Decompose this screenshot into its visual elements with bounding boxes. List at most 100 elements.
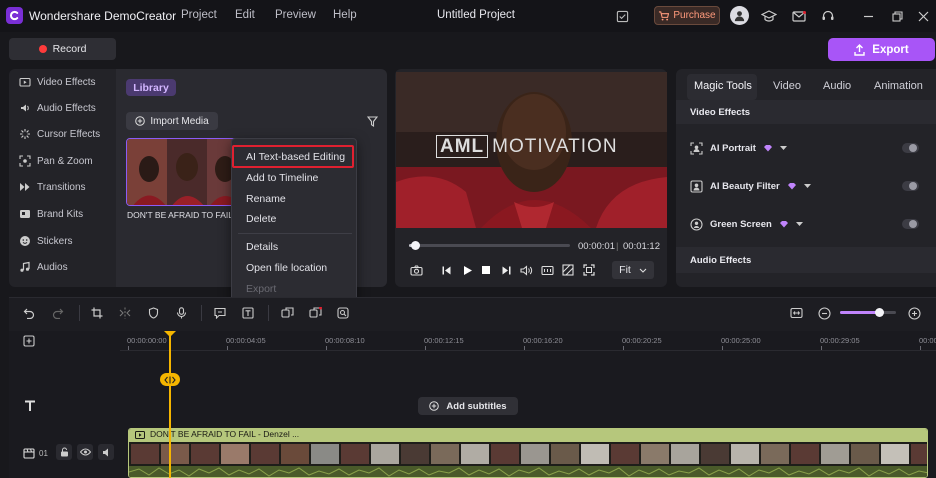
zoom-fit-select[interactable]: Fit bbox=[612, 261, 654, 279]
previous-frame-icon bbox=[442, 266, 450, 274]
chevron-down-icon[interactable] bbox=[779, 146, 787, 150]
feature-row-ai-beauty-filter: AI Beauty Filter bbox=[690, 178, 811, 194]
minimize-icon[interactable] bbox=[860, 8, 876, 24]
import-media-button[interactable]: Import Media bbox=[126, 112, 218, 130]
fullscreen-button[interactable] bbox=[581, 262, 597, 278]
tab-library[interactable]: Library bbox=[126, 79, 176, 96]
next-frame-button[interactable] bbox=[498, 262, 514, 278]
zoom-out-button[interactable] bbox=[816, 305, 832, 321]
crop-button[interactable] bbox=[89, 305, 105, 321]
tab-animation[interactable]: Animation bbox=[874, 80, 923, 92]
timeline-zoom-slider[interactable] bbox=[840, 308, 896, 317]
sidebar-item-cursor-effects[interactable]: Cursor Effects bbox=[19, 126, 100, 142]
sidebar-item-label: Video Effects bbox=[37, 76, 96, 88]
play-icon bbox=[463, 265, 472, 275]
close-icon[interactable] bbox=[915, 8, 931, 24]
screenshot-button[interactable] bbox=[408, 262, 424, 278]
notes-icon[interactable] bbox=[614, 8, 630, 24]
aspect-ratio-button[interactable] bbox=[539, 262, 555, 278]
menu-preview[interactable]: Preview bbox=[275, 9, 316, 21]
add-track-button[interactable] bbox=[22, 334, 36, 348]
safe-zone-button[interactable] bbox=[560, 262, 576, 278]
redo-button[interactable] bbox=[50, 305, 66, 321]
ruler-tick bbox=[821, 346, 822, 350]
support-icon[interactable] bbox=[820, 8, 836, 24]
context-menu-item-rename[interactable]: Rename bbox=[246, 193, 286, 205]
ai-search-button[interactable] bbox=[335, 305, 351, 321]
fit-timeline-button[interactable] bbox=[788, 305, 804, 321]
filter-icon[interactable] bbox=[365, 114, 379, 128]
green-screen-toggle[interactable] bbox=[902, 219, 919, 229]
ai-beauty-filter-toggle[interactable] bbox=[902, 181, 919, 191]
pan-zoom-icon bbox=[19, 155, 31, 167]
timeline-ruler[interactable]: 00:00:00:00 00:00:04:05 00:00:08:10 00:0… bbox=[120, 336, 936, 350]
stop-button[interactable] bbox=[478, 262, 494, 278]
split-button[interactable] bbox=[117, 305, 133, 321]
speech-bubble-icon bbox=[214, 307, 226, 319]
tab-audio[interactable]: Audio bbox=[823, 80, 851, 92]
ai-search-icon bbox=[337, 307, 349, 319]
add-track-icon bbox=[23, 335, 35, 347]
undo-button[interactable] bbox=[21, 305, 37, 321]
comment-button[interactable] bbox=[212, 305, 228, 321]
eye-icon bbox=[79, 448, 91, 456]
context-menu-item-add-to-timeline[interactable]: Add to Timeline bbox=[246, 172, 318, 184]
tab-video[interactable]: Video bbox=[773, 80, 801, 92]
record-button[interactable]: Record bbox=[9, 38, 116, 60]
group-icon bbox=[308, 307, 322, 318]
lock-icon bbox=[60, 447, 68, 457]
menu-project[interactable]: Project bbox=[181, 9, 217, 21]
add-subtitles-button[interactable]: Add subtitles bbox=[418, 397, 518, 415]
sidebar-item-label: Cursor Effects bbox=[37, 128, 101, 140]
ruler-label: 00:00:12:15 bbox=[424, 336, 464, 345]
clip-video-icon bbox=[134, 430, 146, 440]
seek-bar[interactable] bbox=[409, 241, 570, 250]
video-frame: AML MOTIVATION bbox=[396, 72, 667, 228]
ruler-label: 00:00:33:10 bbox=[919, 336, 936, 345]
sidebar-item-audios[interactable]: Audios bbox=[19, 259, 68, 275]
record-audio-button[interactable] bbox=[173, 305, 189, 321]
play-button[interactable] bbox=[459, 262, 475, 278]
media-thumbnail[interactable] bbox=[126, 138, 246, 206]
ai-portrait-toggle[interactable] bbox=[902, 143, 919, 153]
previous-frame-button[interactable] bbox=[438, 262, 454, 278]
tab-magic-tools[interactable]: Magic Tools bbox=[694, 80, 752, 92]
context-menu-item-delete[interactable]: Delete bbox=[246, 213, 276, 225]
mark-button[interactable] bbox=[145, 305, 161, 321]
audio-effects-icon bbox=[21, 104, 29, 112]
menu-help[interactable]: Help bbox=[333, 9, 357, 21]
sidebar-item-video-effects[interactable]: Video Effects bbox=[19, 74, 96, 90]
graduation-cap-icon[interactable] bbox=[760, 8, 778, 24]
avatar[interactable] bbox=[730, 6, 749, 25]
volume-button[interactable] bbox=[518, 262, 534, 278]
mail-icon[interactable] bbox=[791, 8, 807, 24]
sidebar-item-label: Transitions bbox=[37, 181, 86, 193]
mute-track-button[interactable] bbox=[98, 444, 114, 460]
export-button[interactable]: Export bbox=[828, 38, 935, 61]
text-button[interactable] bbox=[240, 305, 256, 321]
sidebar-item-transitions[interactable]: Transitions bbox=[19, 179, 86, 195]
group-button[interactable] bbox=[307, 305, 323, 321]
chevron-down-icon[interactable] bbox=[795, 222, 803, 226]
sidebar-item-stickers[interactable]: Stickers bbox=[19, 233, 73, 249]
transitions-icon bbox=[20, 183, 30, 191]
sidebar-item-pan-zoom[interactable]: Pan & Zoom bbox=[19, 153, 93, 169]
lock-track-button[interactable] bbox=[56, 444, 72, 460]
zoom-in-button[interactable] bbox=[906, 305, 922, 321]
playhead-handle[interactable] bbox=[160, 373, 180, 386]
restore-icon[interactable] bbox=[889, 8, 905, 24]
next-frame-icon bbox=[502, 266, 510, 274]
sidebar-item-audio-effects[interactable]: Audio Effects bbox=[19, 100, 96, 116]
toggle-visibility-button[interactable] bbox=[77, 444, 93, 460]
context-menu-item-open-file-location[interactable]: Open file location bbox=[246, 262, 327, 274]
green-screen-icon bbox=[690, 217, 703, 231]
chevron-down-icon[interactable] bbox=[803, 184, 811, 188]
purchase-button[interactable]: Purchase bbox=[654, 6, 720, 25]
cursor-effects-icon bbox=[20, 129, 30, 139]
context-menu-item-details[interactable]: Details bbox=[246, 241, 278, 253]
playhead[interactable] bbox=[169, 331, 171, 478]
replace-button[interactable] bbox=[279, 305, 295, 321]
menu-edit[interactable]: Edit bbox=[235, 9, 255, 21]
sidebar-item-brand-kits[interactable]: Brand Kits bbox=[19, 206, 83, 222]
ruler-label: 00:00:00:00 bbox=[127, 336, 167, 345]
